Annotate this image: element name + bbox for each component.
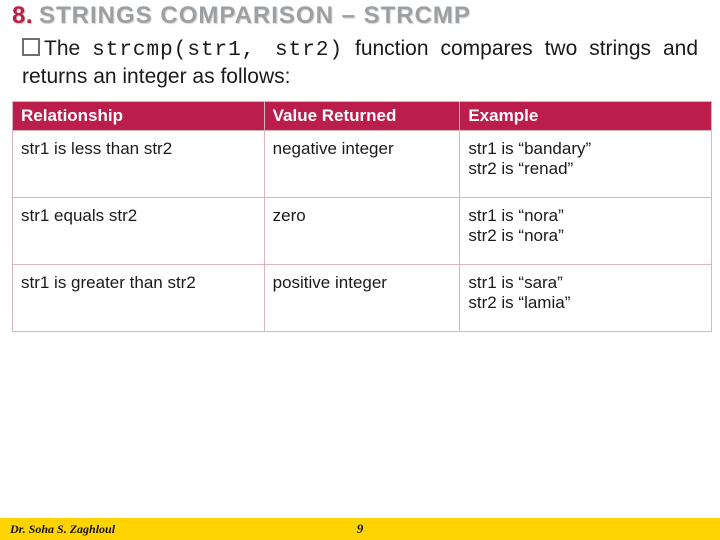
table-header-row: Relationship Value Returned Example [13,101,712,130]
bullet-icon [22,38,40,56]
cell-val: negative integer [264,130,460,197]
cell-rel: str1 is greater than str2 [13,264,265,331]
table-row: str1 equals str2 zero str1 is “nora” str… [13,197,712,264]
cell-ex: str1 is “sara” str2 is “lamia” [460,264,712,331]
description: The strcmp(str1, str2) function compares… [22,36,698,91]
th-value: Value Returned [264,101,460,130]
title-number: 8. [12,2,33,30]
cell-ex-l2: str2 is “renad” [468,159,573,178]
cell-ex-l2: str2 is “lamia” [468,293,570,312]
comparison-table: Relationship Value Returned Example str1… [12,101,712,332]
footer-bar: Dr. Soha S. Zaghloul 9 [0,518,720,540]
cell-ex-l1: str1 is “nora” [468,206,563,225]
cell-rel: str1 equals str2 [13,197,265,264]
cell-ex-l1: str1 is “sara” [468,273,562,292]
cell-rel: str1 is less than str2 [13,130,265,197]
table-row: str1 is greater than str2 positive integ… [13,264,712,331]
cell-ex: str1 is “nora” str2 is “nora” [460,197,712,264]
slide-title: 8. STRINGS COMPARISON – STRCMP [12,0,708,30]
desc-prefix: The [44,37,92,60]
footer-page-number: 9 [357,521,364,537]
table-row: str1 is less than str2 negative integer … [13,130,712,197]
cell-val: zero [264,197,460,264]
th-example: Example [460,101,712,130]
slide-body: 8. STRINGS COMPARISON – STRCMP The strcm… [0,0,720,332]
cell-ex-l2: str2 is “nora” [468,226,563,245]
th-relationship: Relationship [13,101,265,130]
cell-ex-l1: str1 is “bandary” [468,139,591,158]
cell-ex: str1 is “bandary” str2 is “renad” [460,130,712,197]
footer-author: Dr. Soha S. Zaghloul [0,522,115,537]
cell-val: positive integer [264,264,460,331]
title-text: STRINGS COMPARISON – STRCMP [39,2,471,30]
desc-code: strcmp(str1, str2) [92,39,343,62]
